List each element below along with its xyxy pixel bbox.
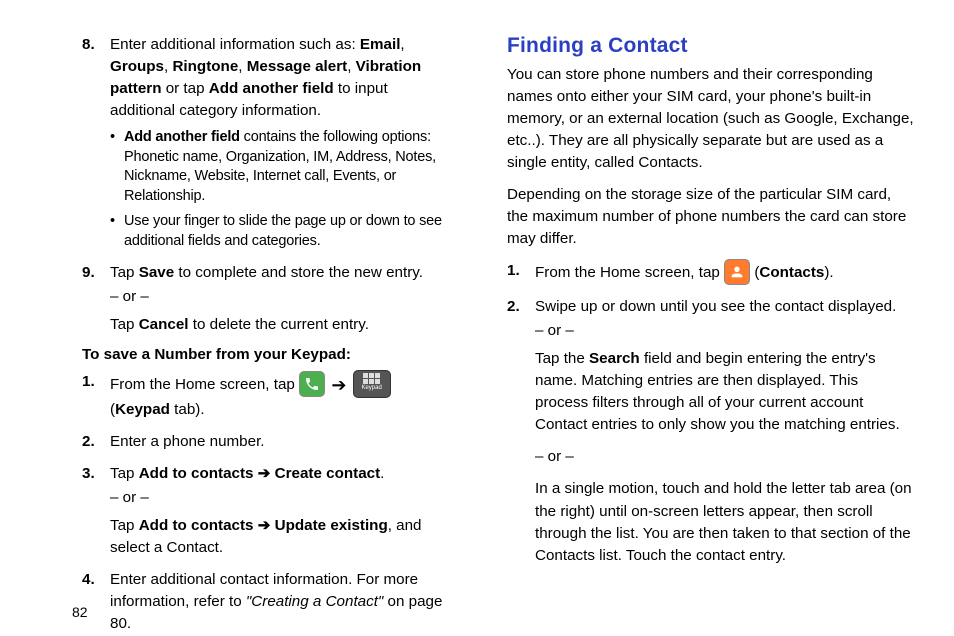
- text: From the Home screen, tap: [535, 264, 724, 281]
- paragraph: Depending on the storage size of the par…: [507, 184, 914, 250]
- text: Enter additional information such as:: [110, 36, 360, 53]
- text-bold: Keypad: [115, 401, 170, 418]
- text: Swipe up or down until you see the conta…: [535, 296, 914, 318]
- text: Enter a phone number.: [110, 433, 265, 450]
- find-step-2: 2. Swipe up or down until you see the co…: [507, 296, 914, 566]
- left-column: 8. Enter additional information such as:…: [10, 34, 477, 626]
- phone-icon: [299, 371, 325, 397]
- text: In a single motion, touch and hold the l…: [535, 478, 914, 566]
- keypad-step-2: 2. Enter a phone number.: [82, 431, 447, 453]
- text-bold: Add another field: [124, 129, 240, 145]
- find-step-1: 1. From the Home screen, tap (Contacts).: [507, 260, 914, 286]
- step-number: 4.: [82, 569, 95, 591]
- subheading: To save a Number from your Keypad:: [82, 346, 447, 363]
- step-number: 9.: [82, 262, 95, 284]
- page-number: 82: [72, 604, 88, 620]
- text: ,: [347, 58, 355, 75]
- text: to delete the current entry.: [189, 316, 369, 333]
- text: ).: [824, 264, 833, 281]
- step-9: 9. Tap Save to complete and store the ne…: [82, 262, 447, 336]
- step-number: 2.: [507, 296, 520, 318]
- text: ,: [238, 58, 246, 75]
- text: or tap: [161, 80, 208, 97]
- text-bold: Search: [589, 350, 640, 367]
- step-number: 8.: [82, 34, 95, 56]
- text-italic: "Creating a Contact": [246, 593, 383, 610]
- text: Use your finger to slide the page up or …: [124, 213, 442, 249]
- step-8: 8. Enter additional information such as:…: [82, 34, 447, 252]
- text: ,: [400, 36, 404, 53]
- section-title: Finding a Contact: [507, 34, 914, 58]
- keypad-icon: Keypad: [353, 370, 391, 398]
- step-number: 3.: [82, 463, 95, 485]
- text-bold: Contacts: [759, 264, 824, 281]
- text: Tap: [110, 316, 139, 333]
- sub-bullet: Add another field contains the following…: [110, 128, 447, 206]
- text-bold: Email: [360, 36, 401, 53]
- step-number: 1.: [507, 260, 520, 282]
- keypad-step-1: 1. From the Home screen, tap ➔ Keypad (K…: [82, 371, 447, 421]
- keypad-step-3: 3. Tap Add to contacts ➔ Create contact.…: [82, 463, 447, 559]
- arrow-icon: ➔: [331, 372, 346, 398]
- or-divider: – or –: [535, 320, 914, 342]
- text: From the Home screen, tap: [110, 376, 299, 393]
- or-divider: – or –: [535, 446, 914, 468]
- text: Tap: [110, 465, 139, 482]
- text-bold: Save: [139, 264, 174, 281]
- paragraph: You can store phone numbers and their co…: [507, 64, 914, 174]
- text: .: [380, 465, 384, 482]
- text-bold: Message alert: [247, 58, 347, 75]
- text-bold: Add to contacts ➔ Update existing: [139, 517, 388, 534]
- text: tab).: [170, 401, 205, 418]
- text: Tap: [110, 264, 139, 281]
- text: Tap: [110, 517, 139, 534]
- step-number: 2.: [82, 431, 95, 453]
- right-column: Finding a Contact You can store phone nu…: [477, 34, 944, 626]
- text-bold: Groups: [110, 58, 164, 75]
- text-bold: Add another field: [209, 80, 334, 97]
- or-divider: – or –: [110, 487, 447, 509]
- text: Tap the: [535, 350, 589, 367]
- text-bold: Cancel: [139, 316, 189, 333]
- step-number: 1.: [82, 371, 95, 393]
- keypad-icon-label: Keypad: [354, 385, 390, 391]
- text-bold: Add to contacts ➔ Create contact: [139, 465, 380, 482]
- text: to complete and store the new entry.: [174, 264, 423, 281]
- text-bold: Ringtone: [172, 58, 238, 75]
- sub-bullet: Use your finger to slide the page up or …: [110, 212, 447, 251]
- contacts-icon: [724, 259, 750, 285]
- keypad-step-4: 4. Enter additional contact information.…: [82, 569, 447, 635]
- or-divider: – or –: [110, 286, 447, 308]
